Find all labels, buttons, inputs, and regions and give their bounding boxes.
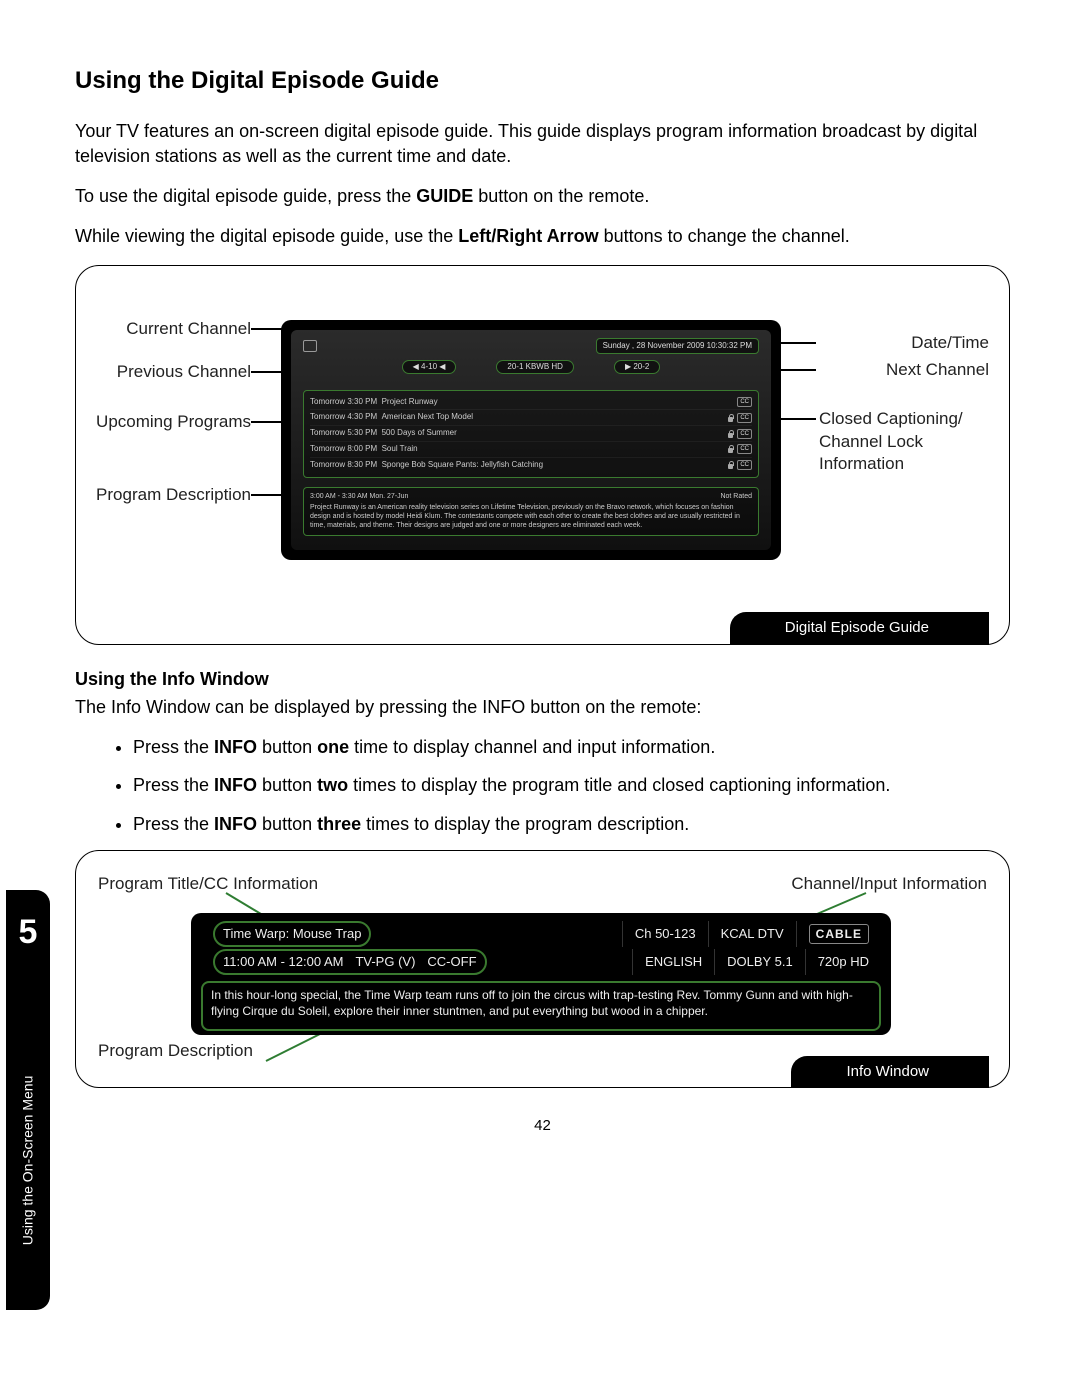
guide-description-box: 3:00 AM - 3:30 AM Mon. 27-Jun Not Rated … <box>303 487 759 535</box>
lock-icon <box>727 461 734 469</box>
info-audio: DOLBY 5.1 <box>715 949 806 975</box>
lock-icon <box>727 430 734 438</box>
guide-channel-row: ◀ 4-10 ◀ 20-1 KBWB HD ▶ 20-2 <box>291 360 771 375</box>
guide-prev-channel: ◀ 4-10 ◀ <box>402 360 457 375</box>
info-rating: TV-PG (V) <box>355 953 415 971</box>
callout-date-time: Date/Time <box>911 332 989 355</box>
figure-episode-guide: Current Channel Previous Channel Upcomin… <box>75 265 1010 645</box>
info-bullet-list: Press the INFO button one time to displa… <box>133 735 1010 836</box>
info-intro: The Info Window can be displayed by pres… <box>75 695 1010 719</box>
callout-program-description-2: Program Description <box>98 1040 253 1063</box>
info-program-title: Time Warp: Mouse Trap <box>213 921 371 947</box>
figure-caption: Info Window <box>791 1056 989 1088</box>
lock-icon <box>727 414 734 422</box>
tv-icon <box>303 340 317 352</box>
info-description: In this hour-long special, the Time Warp… <box>201 981 881 1031</box>
callout-current-channel: Current Channel <box>96 318 251 341</box>
info-callsign: KCAL DTV <box>709 921 797 947</box>
info-resolution: 720p HD <box>806 949 881 975</box>
page-number: 42 <box>75 1116 1010 1136</box>
info-cc: CC-OFF <box>427 953 476 971</box>
info-time: 11:00 AM - 12:00 AM <box>223 953 343 971</box>
callout-channel-input: Channel/Input Information <box>791 873 987 896</box>
list-item: Tomorrow 3:30 PM Project Runway CC <box>310 395 752 411</box>
guide-next-channel: ▶ 20-2 <box>614 360 660 375</box>
list-item: Tomorrow 5:30 PM 500 Days of Summer CC <box>310 426 752 442</box>
intro-paragraph-3: While viewing the digital episode guide,… <box>75 224 1010 248</box>
guide-datetime: Sunday , 28 November 2009 10:30:32 PM <box>596 338 759 355</box>
intro-paragraph-1: Your TV features an on-screen digital ep… <box>75 119 1010 168</box>
info-language: ENGLISH <box>633 949 715 975</box>
list-item: Press the INFO button three times to dis… <box>133 812 1010 836</box>
subheading-info-window: Using the Info Window <box>75 667 1010 691</box>
page-title: Using the Digital Episode Guide <box>75 65 1010 97</box>
callout-program-description: Program Description <box>96 484 251 507</box>
figure-caption: Digital Episode Guide <box>730 612 989 644</box>
guide-tv-mockup: Sunday , 28 November 2009 10:30:32 PM ◀ … <box>281 320 781 560</box>
list-item: Tomorrow 8:30 PM Sponge Bob Square Pants… <box>310 458 752 473</box>
info-window-mockup: Time Warp: Mouse Trap Ch 50-123 KCAL DTV… <box>191 913 891 1035</box>
callout-next-channel: Next Channel <box>886 359 989 382</box>
callout-upcoming-programs: Upcoming Programs <box>96 411 251 434</box>
list-item: Press the INFO button two times to displ… <box>133 773 1010 797</box>
list-item: Tomorrow 4:30 PM American Next Top Model… <box>310 410 752 426</box>
list-item: Tomorrow 8:00 PM Soul Train CC <box>310 442 752 458</box>
lock-icon <box>727 445 734 453</box>
callout-previous-channel: Previous Channel <box>96 361 251 384</box>
list-item: Press the INFO button one time to displa… <box>133 735 1010 759</box>
guide-upcoming-list: Tomorrow 3:30 PM Project Runway CC Tomor… <box>303 390 759 478</box>
guide-current-channel: 20-1 KBWB HD <box>496 360 574 375</box>
info-input: CABLE <box>809 924 869 944</box>
info-channel: Ch 50-123 <box>623 921 709 947</box>
callout-title-cc: Program Title/CC Information <box>98 873 318 896</box>
callout-cc-lock-info: Closed Captioning/ Channel Lock Informat… <box>819 408 989 477</box>
figure-info-window: Program Title/CC Information Channel/Inp… <box>75 850 1010 1088</box>
intro-paragraph-2: To use the digital episode guide, press … <box>75 184 1010 208</box>
